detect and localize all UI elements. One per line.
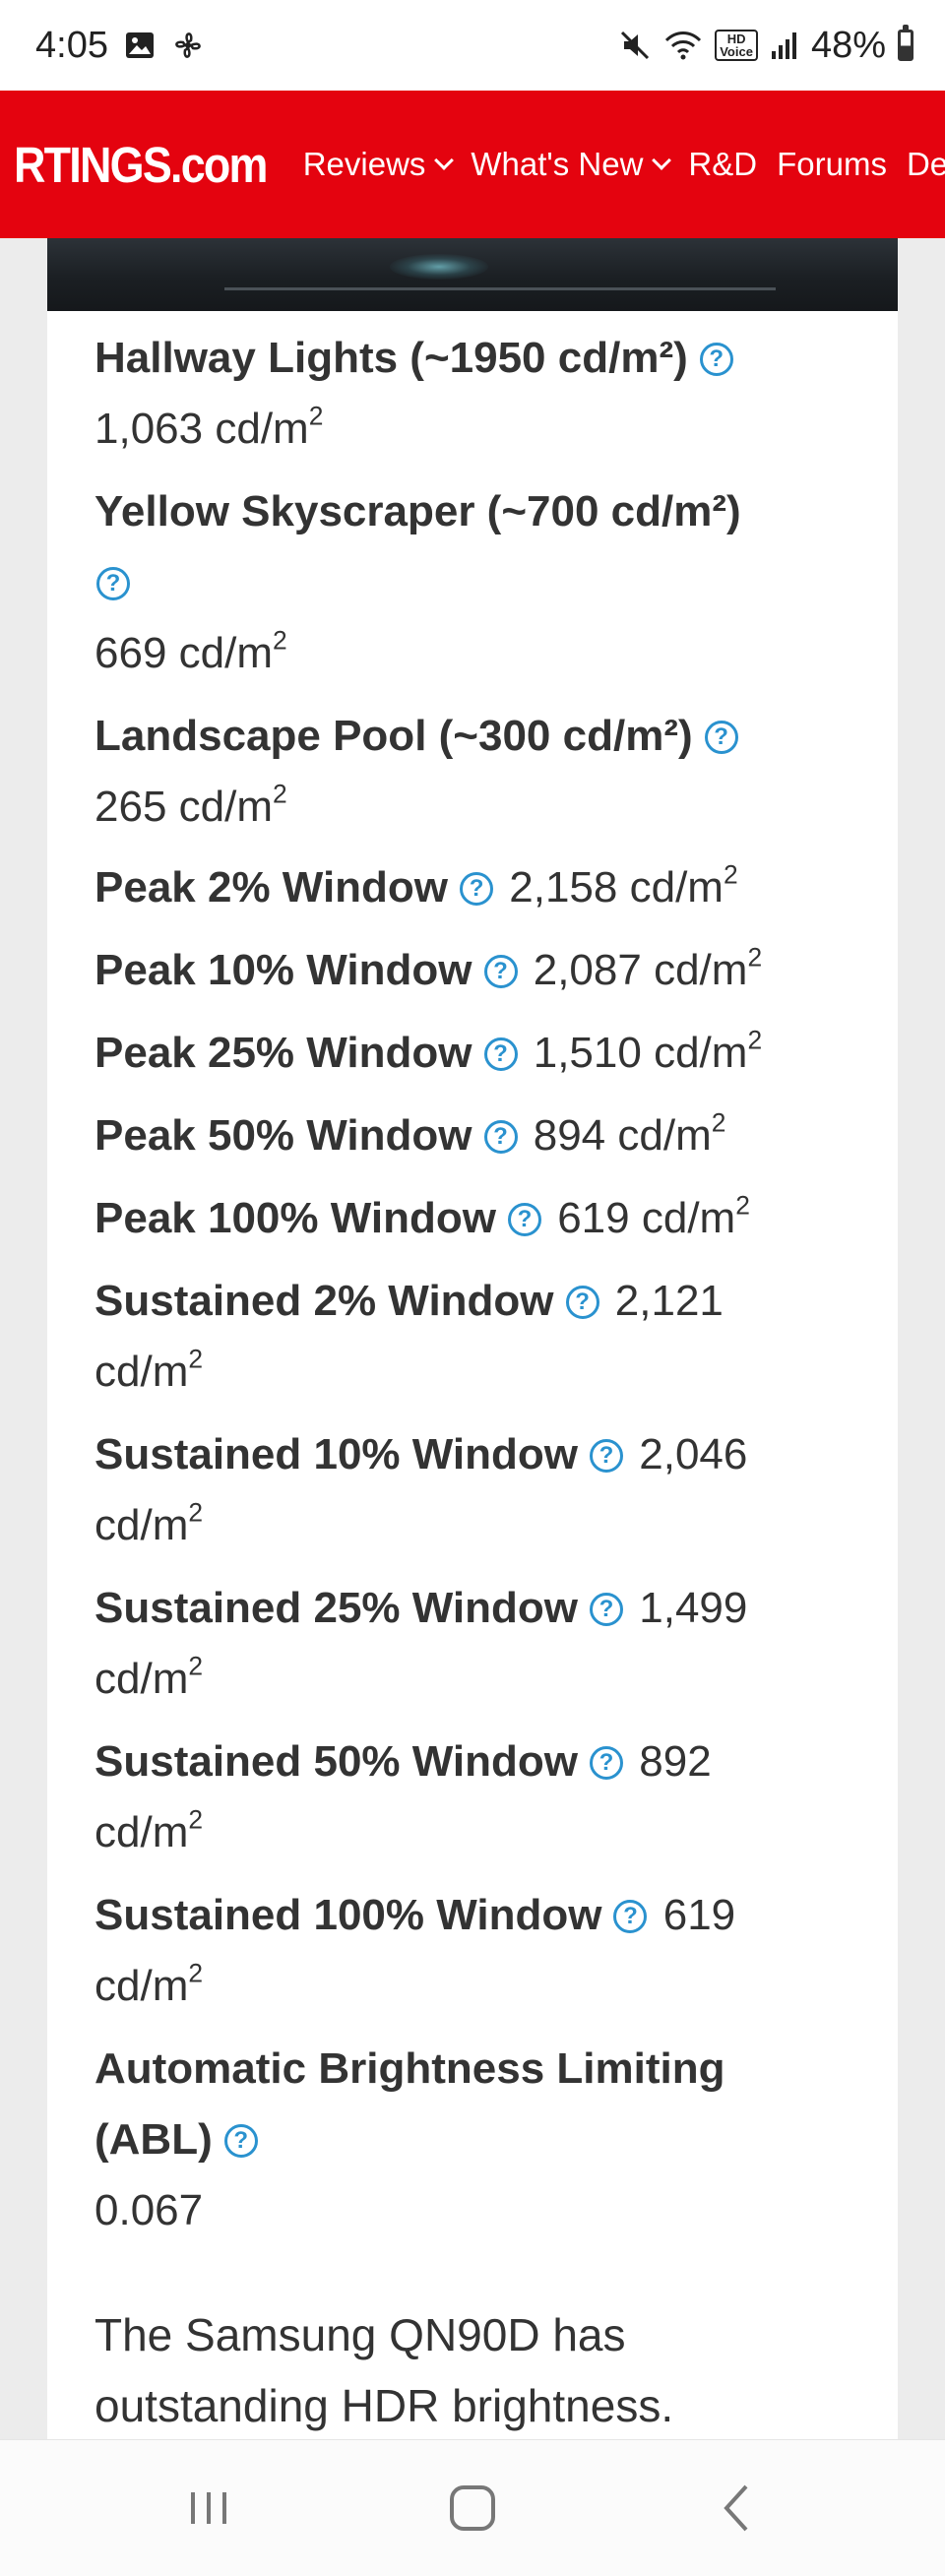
metric-sustained-2: Sustained 2% Window? 2,121 cd/m2	[94, 1266, 882, 1408]
home-button[interactable]	[404, 2440, 541, 2576]
help-icon[interactable]: ?	[590, 1593, 624, 1626]
metric-label: Peak 10% Window	[94, 946, 472, 994]
metric-label: Hallway Lights (~1950 cd/m²)	[94, 334, 688, 382]
metric-peak-50: Peak 50% Window? 894 cd/m2	[94, 1100, 882, 1171]
metric-label: Sustained 25% Window	[94, 1584, 579, 1632]
status-right: HD Voice 48%	[618, 25, 914, 67]
review-summary-text: The Samsung QN90D has outstanding HDR br…	[94, 2309, 674, 2431]
test-image-strip	[47, 238, 898, 311]
metric-value: 2,087 cd/m2	[533, 942, 763, 994]
metric-landscape-pool: Landscape Pool (~300 cd/m²)? 265 cd/m2	[94, 701, 882, 843]
nav-item-rd[interactable]: R&D	[688, 146, 757, 183]
nav-links: Reviews What's New R&D Forums Deals M	[284, 146, 945, 183]
help-icon[interactable]: ?	[613, 1900, 648, 1933]
nav-item-label: R&D	[688, 146, 758, 182]
metric-label: Sustained 10% Window	[94, 1430, 579, 1478]
metric-value: 265 cd/m2	[94, 779, 287, 831]
metric-label: Sustained 50% Window	[94, 1737, 579, 1786]
nav-item-deals[interactable]: Deals	[907, 146, 945, 183]
metric-value: 1,063 cd/m2	[94, 401, 324, 453]
help-icon[interactable]: ?	[590, 1439, 624, 1473]
help-icon[interactable]: ?	[704, 721, 738, 754]
hd-voice-icon: HD Voice	[715, 30, 758, 61]
nav-item-whats-new[interactable]: What's New	[471, 146, 672, 183]
nav-item-reviews[interactable]: Reviews	[302, 146, 455, 183]
back-button[interactable]	[669, 2440, 807, 2576]
metric-sustained-25: Sustained 25% Window? 1,499 cd/m2	[94, 1573, 882, 1715]
battery-percent: 48%	[810, 24, 886, 66]
help-icon[interactable]: ?	[483, 955, 518, 988]
help-icon[interactable]: ?	[460, 872, 494, 906]
help-icon[interactable]: ?	[483, 1037, 518, 1071]
fan-icon	[171, 29, 205, 62]
status-bar: 4:05 HD Voice 48%	[0, 0, 945, 91]
help-icon[interactable]: ?	[590, 1746, 624, 1780]
help-icon[interactable]: ?	[699, 343, 733, 376]
metric-peak-10: Peak 10% Window? 2,087 cd/m2	[94, 935, 882, 1006]
metric-label: Peak 2% Window	[94, 863, 449, 911]
metric-label: Landscape Pool (~300 cd/m²)	[94, 712, 693, 760]
metric-abl: Automatic Brightness Limiting (ABL)? 0.0…	[94, 2034, 843, 2246]
signal-icon	[770, 30, 799, 61]
metric-sustained-100: Sustained 100% Window? 619 cd/m2	[94, 1880, 882, 2022]
nav-item-label: Reviews	[302, 146, 426, 182]
mute-icon	[618, 29, 652, 62]
status-time: 4:05	[35, 24, 108, 66]
metric-peak-25: Peak 25% Window? 1,510 cd/m2	[94, 1018, 882, 1089]
status-left: 4:05	[35, 25, 205, 67]
metric-label: Peak 100% Window	[94, 1194, 496, 1242]
nav-item-forums[interactable]: Forums	[777, 146, 887, 183]
battery-icon	[898, 25, 914, 61]
metric-value: 669 cd/m2	[94, 625, 287, 677]
recent-apps-icon	[191, 2492, 226, 2524]
chevron-down-icon	[434, 151, 455, 170]
metric-peak-2: Peak 2% Window? 2,158 cd/m2	[94, 852, 882, 923]
metric-hallway-lights: Hallway Lights (~1950 cd/m²)? 1,063 cd/m…	[94, 323, 882, 465]
help-icon[interactable]: ?	[507, 1203, 541, 1236]
nav-item-label: Forums	[777, 146, 887, 182]
wifi-icon	[663, 29, 703, 62]
android-nav-bar	[0, 2439, 945, 2576]
help-icon[interactable]: ?	[483, 1120, 518, 1154]
gallery-icon	[124, 30, 156, 61]
metric-value: 2,158 cd/m2	[509, 859, 738, 911]
help-icon[interactable]: ?	[96, 567, 130, 600]
help-icon[interactable]: ?	[565, 1286, 599, 1319]
nav-item-label: Deals	[906, 146, 945, 182]
help-icon[interactable]: ?	[223, 2124, 258, 2158]
hd-bottom-label: Voice	[720, 44, 753, 59]
recent-apps-button[interactable]	[140, 2440, 278, 2576]
chevron-down-icon	[652, 151, 672, 170]
metric-label: Automatic Brightness Limiting (ABL)	[94, 2044, 725, 2164]
site-header: RTINGS.com Reviews What's New R&D Forums…	[0, 91, 945, 238]
metric-sustained-50: Sustained 50% Window? 892 cd/m2	[94, 1727, 882, 1868]
nav-item-label: What's New	[471, 146, 644, 182]
metric-label: Peak 25% Window	[94, 1029, 472, 1077]
back-icon	[724, 2484, 748, 2532]
home-icon	[450, 2485, 495, 2531]
metric-value: 0.067	[94, 2186, 204, 2234]
metric-yellow-skyscraper: Yellow Skyscraper (~700 cd/m²) ? 669 cd/…	[94, 476, 882, 689]
metric-label: Sustained 100% Window	[94, 1891, 602, 1939]
metric-value: 619 cd/m2	[557, 1190, 750, 1242]
metric-value: 1,510 cd/m2	[533, 1025, 763, 1077]
site-logo[interactable]: RTINGS.com	[14, 136, 268, 194]
metric-sustained-10: Sustained 10% Window? 2,046 cd/m2	[94, 1419, 882, 1561]
metric-peak-100: Peak 100% Window? 619 cd/m2	[94, 1183, 882, 1254]
metric-label: Yellow Skyscraper (~700 cd/m²)	[94, 487, 741, 535]
review-card: Hallway Lights (~1950 cd/m²)? 1,063 cd/m…	[47, 238, 898, 2439]
metric-value: 894 cd/m2	[533, 1107, 726, 1160]
metric-label: Sustained 2% Window	[94, 1277, 554, 1325]
metric-label: Peak 50% Window	[94, 1111, 472, 1160]
